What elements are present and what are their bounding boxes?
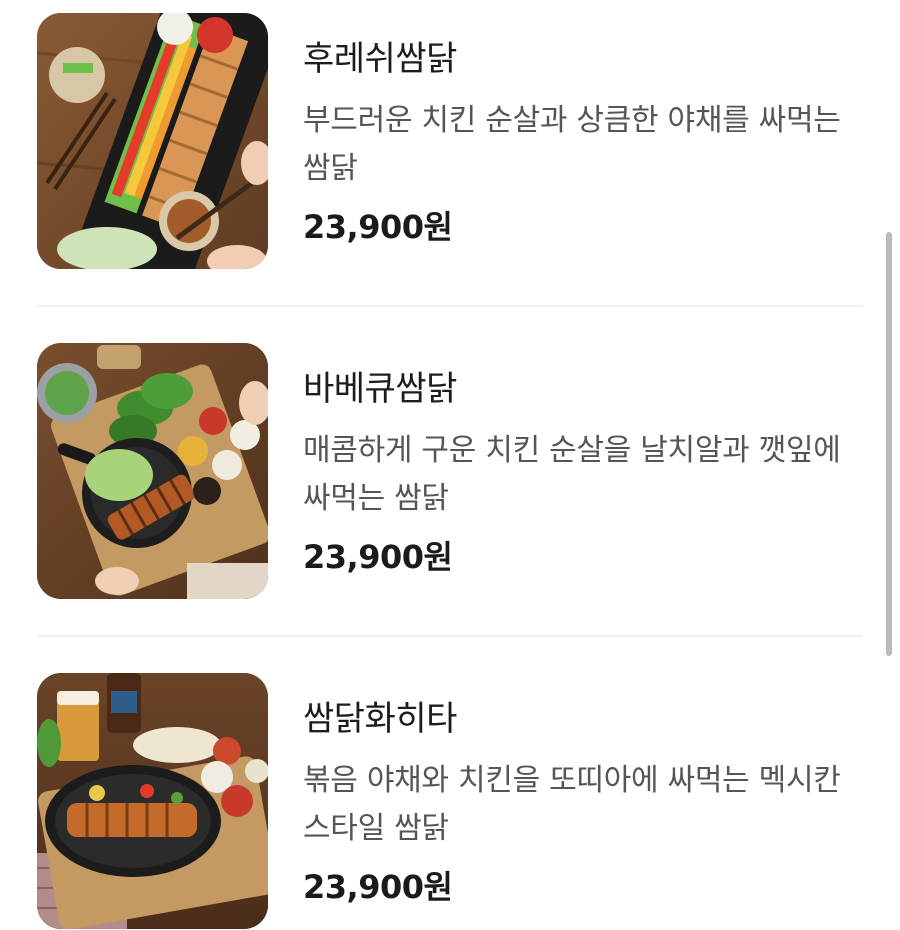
menu-item-info: 후레쉬쌈닭 부드러운 치킨 순살과 상큼한 야채를 싸먹는 쌈닭 23,900원 <box>303 35 863 251</box>
menu-item-description: 볶음 야채와 치킨을 또띠아에 싸먹는 멕시칸 스타일 쌈닭 <box>303 763 841 846</box>
scrollbar-thumb[interactable] <box>886 232 892 656</box>
menu-item-name: 후레쉬쌈닭 <box>303 39 457 79</box>
menu-divider <box>37 305 863 307</box>
fajita-ssamdak-photo-icon <box>37 673 268 929</box>
bbq-ssamdak-photo-icon <box>37 343 268 599</box>
menu-item-fajita-ssamdak[interactable]: 쌈닭화히타 볶음 야채와 치킨을 또띠아에 싸먹는 멕시칸 스타일 쌈닭 23,… <box>37 673 863 929</box>
menu-list: 후레쉬쌈닭 부드러운 치킨 순살과 상큼한 야채를 싸먹는 쌈닭 23,900원 <box>0 0 900 930</box>
fresh-ssamdak-photo-icon <box>37 13 268 269</box>
menu-item-description: 부드러운 치킨 순살과 상큼한 야채를 싸먹는 쌈닭 <box>303 103 841 186</box>
menu-item-price: 23,900원 <box>303 208 453 246</box>
menu-item-image[interactable] <box>37 13 268 269</box>
menu-item-price: 23,900원 <box>303 538 453 576</box>
menu-item-name: 쌈닭화히타 <box>303 699 457 739</box>
menu-divider <box>37 635 863 637</box>
menu-item-bbq-ssamdak[interactable]: 바베큐쌈닭 매콤하게 구운 치킨 순살을 날치알과 깻잎에 싸먹는 쌈닭 23,… <box>37 343 863 599</box>
menu-item-image[interactable] <box>37 343 268 599</box>
menu-item-price: 23,900원 <box>303 868 453 906</box>
menu-item-name: 바베큐쌈닭 <box>303 369 457 409</box>
menu-item-description: 매콤하게 구운 치킨 순살을 날치알과 깻잎에 싸먹는 쌈닭 <box>303 433 841 516</box>
menu-item-info: 바베큐쌈닭 매콤하게 구운 치킨 순살을 날치알과 깻잎에 싸먹는 쌈닭 23,… <box>303 365 863 581</box>
menu-item-image[interactable] <box>37 673 268 929</box>
menu-item-info: 쌈닭화히타 볶음 야채와 치킨을 또띠아에 싸먹는 멕시칸 스타일 쌈닭 23,… <box>303 695 863 911</box>
menu-item-fresh-ssamdak[interactable]: 후레쉬쌈닭 부드러운 치킨 순살과 상큼한 야채를 싸먹는 쌈닭 23,900원 <box>37 13 863 269</box>
